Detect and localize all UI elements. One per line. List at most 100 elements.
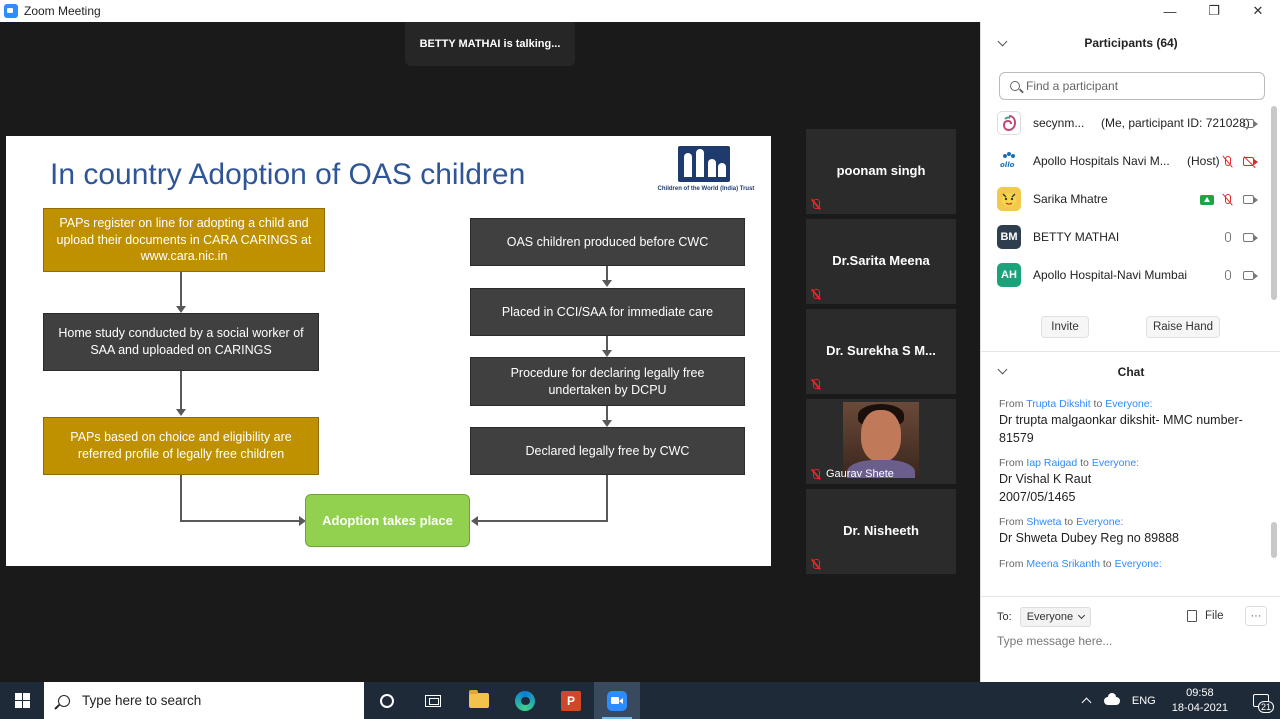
mic-muted-icon[interactable] (1225, 194, 1231, 204)
clock[interactable]: 09:58 18-04-2021 (1172, 686, 1228, 716)
mic-muted-icon (810, 379, 821, 390)
chat-recipient: Everyone: (1076, 516, 1124, 528)
participant-search[interactable] (999, 72, 1265, 100)
avatar: BM (997, 225, 1021, 249)
chat-recipient: Everyone: (1105, 398, 1153, 410)
chat-message: From Iap Raigad to Everyone: Dr Vishal K… (999, 457, 1261, 506)
file-button[interactable]: File (1187, 610, 1224, 622)
participant-row[interactable]: ollo Apollo Hospitals Navi M... (Host) (997, 142, 1267, 180)
logo-caption: Children of the World (India) Trust (657, 186, 755, 192)
video-tile[interactable]: Gaurav Shete (806, 399, 956, 484)
mic-icon[interactable] (1225, 270, 1231, 280)
flow-box-declared-free: Declared legally free by CWC (470, 427, 745, 475)
chevron-down-icon (1078, 611, 1086, 620)
window-title: Zoom Meeting (24, 4, 101, 18)
chat-header: Chat (981, 351, 1280, 393)
zoom-taskbar-button[interactable] (594, 682, 640, 719)
notification-count: 21 (1257, 701, 1274, 713)
cortana-button[interactable] (364, 682, 410, 719)
camera-icon[interactable] (1243, 233, 1258, 242)
video-tile[interactable]: Dr.Sarita Meena (806, 219, 956, 304)
flow-box-referral: PAPs based on choice and eligibility are… (43, 417, 319, 475)
recipient-select[interactable]: Everyone (1019, 607, 1092, 627)
video-tile[interactable]: poonam singh (806, 129, 956, 214)
side-panel: Participants (64) secynm... (Me, partici… (980, 22, 1280, 682)
participant-row[interactable]: BM BETTY MATHAI (997, 218, 1267, 256)
mic-muted-icon (810, 199, 821, 210)
chat-sender: Meena Srikanth (1026, 557, 1100, 570)
trust-logo: Children of the World (India) Trust (646, 146, 766, 198)
start-button[interactable] (0, 682, 44, 719)
camera-icon[interactable] (1243, 119, 1258, 128)
tile-name: poonam singh (836, 163, 926, 178)
search-input[interactable] (1026, 79, 1246, 93)
participant-row[interactable]: secynm... (Me, participant ID: 721028) (997, 104, 1267, 142)
tile-name: Gaurav Shete (826, 468, 894, 480)
zoom-icon (607, 690, 627, 711)
participants-scrollbar[interactable] (1271, 106, 1277, 300)
camera-icon[interactable] (1243, 271, 1258, 280)
invite-button[interactable]: Invite (1041, 316, 1089, 338)
talking-indicator: BETTY MATHAI is talking... (405, 22, 575, 66)
taskbar-search[interactable]: Type here to search (44, 682, 364, 719)
participant-name: BETTY MATHAI (1033, 230, 1120, 244)
restore-button[interactable]: ❐ (1192, 0, 1236, 22)
file-explorer-button[interactable] (456, 682, 502, 719)
mic-muted-icon[interactable] (1225, 156, 1231, 166)
chat-sender: Shweta (1026, 516, 1062, 528)
video-tile[interactable]: Dr. Surekha S M... (806, 309, 956, 394)
tile-name: Dr. Nisheeth (843, 523, 919, 538)
participant-row[interactable]: Sarika Mhatre (997, 180, 1267, 218)
language-indicator[interactable]: ENG (1132, 695, 1156, 707)
system-tray: ENG 09:58 18-04-2021 21 (1081, 682, 1280, 719)
more-options-button[interactable]: ··· (1245, 606, 1267, 626)
chat-sender: Trupta Dikshit (1026, 398, 1091, 410)
chevron-up-icon[interactable] (1081, 697, 1092, 708)
windows-icon (14, 693, 30, 708)
flow-box-placed-cci: Placed in CCI/SAA for immediate care (470, 288, 745, 336)
chat-input[interactable] (997, 634, 1265, 648)
search-icon (1010, 81, 1020, 91)
flow-box-register: PAPs register on line for adopting a chi… (43, 208, 325, 272)
chevron-down-icon[interactable] (997, 364, 1008, 375)
powerpoint-icon: P (561, 690, 581, 711)
mic-muted-icon (810, 469, 821, 480)
video-tile[interactable]: Dr. Nisheeth (806, 489, 956, 574)
family-icon (678, 146, 730, 182)
chat-text: Dr Vishal K Raut 2007/05/1465 (999, 472, 1092, 504)
participant-row[interactable]: AH Apollo Hospital-Navi Mumbai (997, 256, 1267, 294)
avatar: ollo (997, 149, 1021, 173)
task-view-button[interactable] (410, 682, 456, 719)
raise-hand-button[interactable]: Raise Hand (1146, 316, 1220, 338)
close-button[interactable]: ✕ (1236, 0, 1280, 22)
flow-box-adoption: Adoption takes place (305, 494, 470, 547)
flow-box-dcpu: Procedure for declaring legally free und… (470, 357, 745, 406)
powerpoint-button[interactable]: P (548, 682, 594, 719)
onedrive-icon[interactable] (1103, 692, 1120, 705)
slide-title: In country Adoption of OAS children (50, 158, 526, 191)
chat-recipient: Everyone: (1114, 557, 1162, 570)
mic-icon[interactable] (1225, 232, 1231, 242)
avatar (997, 111, 1021, 135)
participants-title: Participants (64) (1084, 36, 1178, 50)
notifications-button[interactable]: 21 (1242, 682, 1280, 719)
chat-scrollbar[interactable] (1271, 522, 1277, 558)
zoom-window: Zoom Meeting — ❐ ✕ BETTY MATHAI is talki… (0, 0, 1280, 719)
search-icon (58, 694, 70, 707)
participants-header: Participants (64) (981, 22, 1280, 64)
mic-muted-icon (810, 559, 821, 570)
participant-name: Apollo Hospital-Navi Mumbai (1033, 268, 1188, 282)
edge-button[interactable] (502, 682, 548, 719)
camera-icon[interactable] (1243, 195, 1258, 204)
chat-messages: From Trupta Dikshit to Everyone: Dr trup… (999, 398, 1261, 580)
to-label: To: (997, 611, 1012, 623)
chat-sender: Iap Raigad (1026, 457, 1078, 469)
participant-role: (Host) (1187, 154, 1220, 168)
chat-message: From Meena Srikanth to Everyone: (999, 557, 1162, 570)
chat-text: Dr trupta malgaonkar dikshit- MMC number… (999, 413, 1243, 445)
minimize-button[interactable]: — (1148, 0, 1192, 22)
camera-off-icon[interactable] (1243, 157, 1258, 166)
chevron-down-icon[interactable] (997, 36, 1008, 47)
chat-text: Dr Shweta Dubey Reg no 89888 (999, 531, 1179, 545)
participant-name: Sarika Mhatre (1033, 192, 1108, 206)
